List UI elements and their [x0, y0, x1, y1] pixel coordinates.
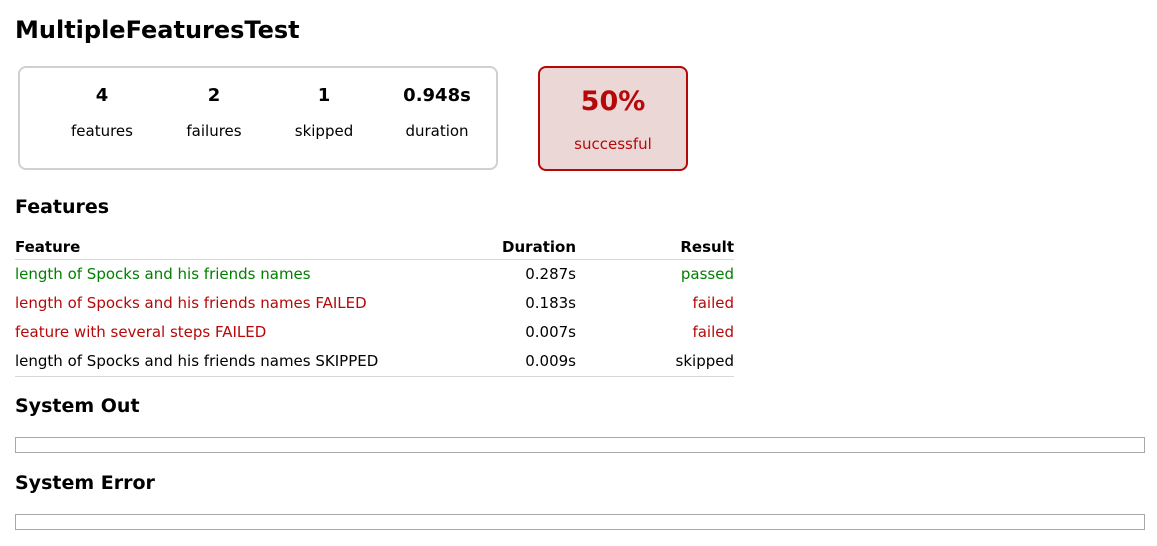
feature-result: failed	[692, 294, 734, 312]
feature-name: length of Spocks and his friends names F…	[15, 294, 367, 312]
counter-label: failures	[186, 122, 242, 140]
counter-duration: 0.948s duration	[392, 84, 482, 141]
counter-features: 4 features	[60, 84, 144, 141]
column-header-feature: Feature	[15, 236, 436, 260]
summary-counters: 4 features 2 failures 1 skipped 0.948s d…	[18, 66, 498, 170]
counter-label: features	[71, 122, 133, 140]
system-out-heading: System Out	[15, 395, 140, 417]
counter-value: 0.948s	[403, 85, 471, 106]
counter-label: skipped	[294, 122, 354, 140]
counter-value: 2	[207, 85, 221, 106]
column-header-result: Result	[576, 236, 734, 260]
counter-value: 1	[317, 85, 331, 106]
table-row: length of Spocks and his friends names S…	[15, 347, 734, 377]
counter-label: duration	[405, 122, 469, 140]
report-page: MultipleFeaturesTest 4 features 2 failur…	[0, 0, 1157, 546]
success-percent: 50%	[580, 86, 646, 117]
table-header-row: Feature Duration Result	[15, 236, 734, 260]
feature-name: length of Spocks and his friends names S…	[15, 347, 436, 377]
column-header-duration: Duration	[436, 236, 576, 260]
success-label: successful	[574, 135, 652, 153]
feature-duration: 0.009s	[436, 347, 576, 377]
feature-name: length of Spocks and his friends names	[15, 265, 311, 283]
table-row: length of Spocks and his friends names 0…	[15, 260, 734, 290]
counter-value: 4	[95, 85, 109, 106]
table-row: feature with several steps FAILED 0.007s…	[15, 318, 734, 347]
feature-result: failed	[692, 323, 734, 341]
system-error-heading: System Error	[15, 472, 155, 494]
feature-duration: 0.183s	[525, 294, 576, 312]
counter-failures: 2 failures	[172, 84, 256, 141]
features-heading: Features	[15, 196, 110, 218]
system-out-output[interactable]	[15, 437, 1145, 453]
page-title: MultipleFeaturesTest	[15, 16, 300, 44]
table-row: length of Spocks and his friends names F…	[15, 289, 734, 318]
feature-result: skipped	[576, 347, 734, 377]
feature-duration: 0.007s	[525, 323, 576, 341]
feature-name: feature with several steps FAILED	[15, 323, 267, 341]
features-table: Feature Duration Result length of Spocks…	[15, 236, 734, 377]
counter-skipped: 1 skipped	[282, 84, 366, 141]
system-error-output[interactable]	[15, 514, 1145, 530]
success-rate-badge: 50% successful	[538, 66, 688, 171]
feature-duration: 0.287s	[525, 265, 576, 283]
feature-result: passed	[680, 265, 734, 283]
